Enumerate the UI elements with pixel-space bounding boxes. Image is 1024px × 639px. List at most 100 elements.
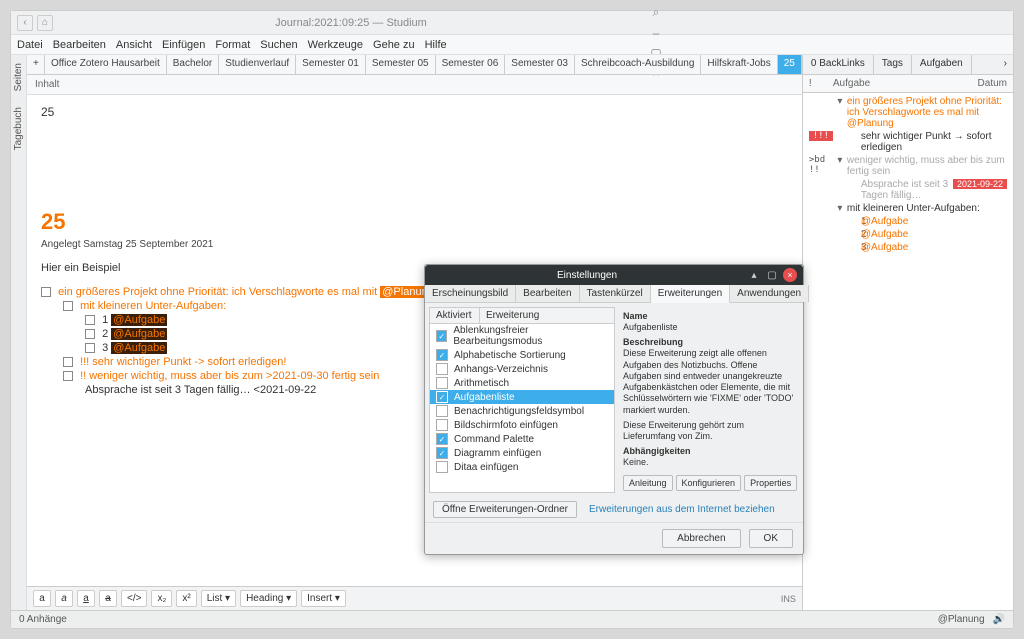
task-row[interactable]: >bd !!▾ weniger wichtig, muss aber bis z… [803,154,1013,178]
menu-item[interactable]: Datei [17,39,43,51]
checkbox-icon[interactable] [436,433,448,445]
page-tab[interactable]: Office Zotero Hausarbeit [45,55,167,74]
dialog-tab[interactable]: Erscheinungsbild [425,285,516,302]
page-tab[interactable]: Semester 01 [296,55,366,74]
checkbox-icon[interactable] [85,343,95,353]
extension-row[interactable]: Arithmetisch [430,376,614,390]
extension-row[interactable]: Ditaa einfügen [430,460,614,474]
checkbox-icon[interactable] [436,461,448,473]
extension-row[interactable]: Ablenkungsfreier Bearbeitungsmodus [430,324,614,348]
checkbox-icon[interactable] [436,377,448,389]
extension-list: Aktiviert Erweiterung Ablenkungsfreier B… [429,307,615,493]
checkbox-icon[interactable] [436,349,448,361]
nav-back-icon[interactable]: ‹ [17,15,33,31]
tab-backlinks[interactable]: 0 BackLinks [803,55,874,74]
extension-row[interactable]: Benachrichtigungsfeldsymbol [430,404,614,418]
ok-button[interactable]: OK [749,529,793,548]
page-tab[interactable]: Semester 05 [366,55,436,74]
dialog-titlebar: Einstellungen ▴ ▢ × [425,265,803,285]
cancel-button[interactable]: Abbrechen [662,529,740,548]
code-btn[interactable]: </> [121,590,147,607]
task-list: ▾ ein größeres Projekt ohne Priorität: i… [803,93,1013,610]
dialog-up-icon[interactable]: ▴ [747,268,761,282]
checkbox-icon[interactable] [436,391,448,403]
format-btn[interactable]: a [99,590,117,607]
menu-item[interactable]: Suchen [260,39,297,51]
extension-row[interactable]: Bildschirmfoto einfügen [430,418,614,432]
speaker-icon[interactable]: 🔊 [993,614,1005,625]
extension-row[interactable]: Alphabetische Sortierung [430,348,614,362]
format-toolbar: a a a a </> x₂ x² List ▾ Heading ▾ Inser… [27,586,802,610]
name-label: Name [623,311,795,321]
page-tab[interactable]: Studienverlauf [219,55,296,74]
anleitung-button[interactable]: Anleitung [623,475,673,491]
dialog-max-icon[interactable]: ▢ [765,268,779,282]
titlebar: ‹ ⌂ Journal:2021:09:25 — Studium ⊞ ✎ ⌕ –… [11,11,1013,35]
insert-select[interactable]: Insert ▾ [301,590,346,607]
chevron-down-icon[interactable]: ▾ [833,155,847,166]
checkbox-icon[interactable] [436,330,447,342]
menu-item[interactable]: Werkzeuge [308,39,363,51]
menu-item[interactable]: Bearbeiten [53,39,106,51]
nav-home-icon[interactable]: ⌂ [37,15,53,31]
konfigurieren-button[interactable]: Konfigurieren [676,475,742,491]
chevron-down-icon[interactable]: ▾ [833,96,847,107]
page-tab[interactable]: Schreibcoach-Ausbildung [575,55,701,74]
list-select[interactable]: List ▾ [201,590,236,607]
page-tab[interactable]: Bachelor [167,55,219,74]
tab-tags[interactable]: Tags [874,55,912,74]
chevron-down-icon[interactable]: ▾ [833,203,847,214]
dialog-tab[interactable]: Tastenkürzel [580,285,651,302]
extension-row[interactable]: Aufgabenliste [430,390,614,404]
task-row[interactable]: ▾ mit kleineren Unter-Aufgaben: [803,202,1013,215]
side-tab-tagebuch[interactable]: Tagebuch [11,103,26,154]
extension-row[interactable]: Command Palette [430,432,614,446]
menu-item[interactable]: Gehe zu [373,39,415,51]
menu-item[interactable]: Hilfe [425,39,447,51]
dialog-tab[interactable]: Bearbeiten [516,285,579,302]
extension-row[interactable]: Diagramm einfügen [430,446,614,460]
checkbox-icon[interactable] [85,329,95,339]
checkbox-icon[interactable] [436,447,448,459]
checkbox-icon[interactable] [63,301,73,311]
extension-row[interactable]: Anhangs-Verzeichnis [430,362,614,376]
checkbox-icon[interactable] [41,287,51,297]
heading-select[interactable]: Heading ▾ [240,590,297,607]
task-row[interactable]: 3 @Aufgabe [803,241,1013,254]
search-icon[interactable]: ⌕ [649,6,663,20]
side-tab-seiten[interactable]: Seiten [11,59,26,95]
task-row[interactable]: 1 @Aufgabe [803,215,1013,228]
page-tab[interactable]: Hilfskraft-Jobs [701,55,777,74]
page-tab-active[interactable]: 25 [778,55,802,74]
download-ext-link[interactable]: Erweiterungen aus dem Internet beziehen [589,504,775,515]
menu-item[interactable]: Einfügen [162,39,205,51]
tab-aufgaben[interactable]: Aufgaben [912,55,972,74]
dialog-tab-active[interactable]: Erweiterungen [651,285,730,303]
checkbox-icon[interactable] [436,419,448,431]
page-tab[interactable]: Semester 03 [505,55,575,74]
task-row[interactable]: !!! sehr wichtiger Punkt → sofort erledi… [803,130,1013,154]
superscript-btn[interactable]: x² [176,590,196,607]
tab-add-button[interactable]: + [27,55,45,74]
format-btn[interactable]: a [55,590,73,607]
checkbox-icon[interactable] [85,315,95,325]
task-row[interactable]: 2 @Aufgabe [803,228,1013,241]
format-btn[interactable]: a [33,590,51,607]
format-btn[interactable]: a [77,590,95,607]
open-ext-folder-button[interactable]: Öffne Erweiterungen-Ordner [433,501,577,518]
menu-item[interactable]: Ansicht [116,39,152,51]
page-tab[interactable]: Semester 06 [436,55,506,74]
checkbox-icon[interactable] [436,363,448,375]
task-row[interactable]: Absprache ist seit 3 Tagen fällig… 2021-… [803,178,1013,202]
chevron-right-icon[interactable]: › [998,55,1013,74]
dialog-tab[interactable]: Anwendungen [730,285,809,302]
status-attachments: 0 Anhänge [19,614,67,625]
checkbox-icon[interactable] [63,371,73,381]
menu-item[interactable]: Format [215,39,250,51]
dialog-close-icon[interactable]: × [783,268,797,282]
subscript-btn[interactable]: x₂ [151,590,172,607]
checkbox-icon[interactable] [63,357,73,367]
task-row[interactable]: ▾ ein größeres Projekt ohne Priorität: i… [803,95,1013,130]
properties-button[interactable]: Properties [744,475,797,491]
checkbox-icon[interactable] [436,405,448,417]
